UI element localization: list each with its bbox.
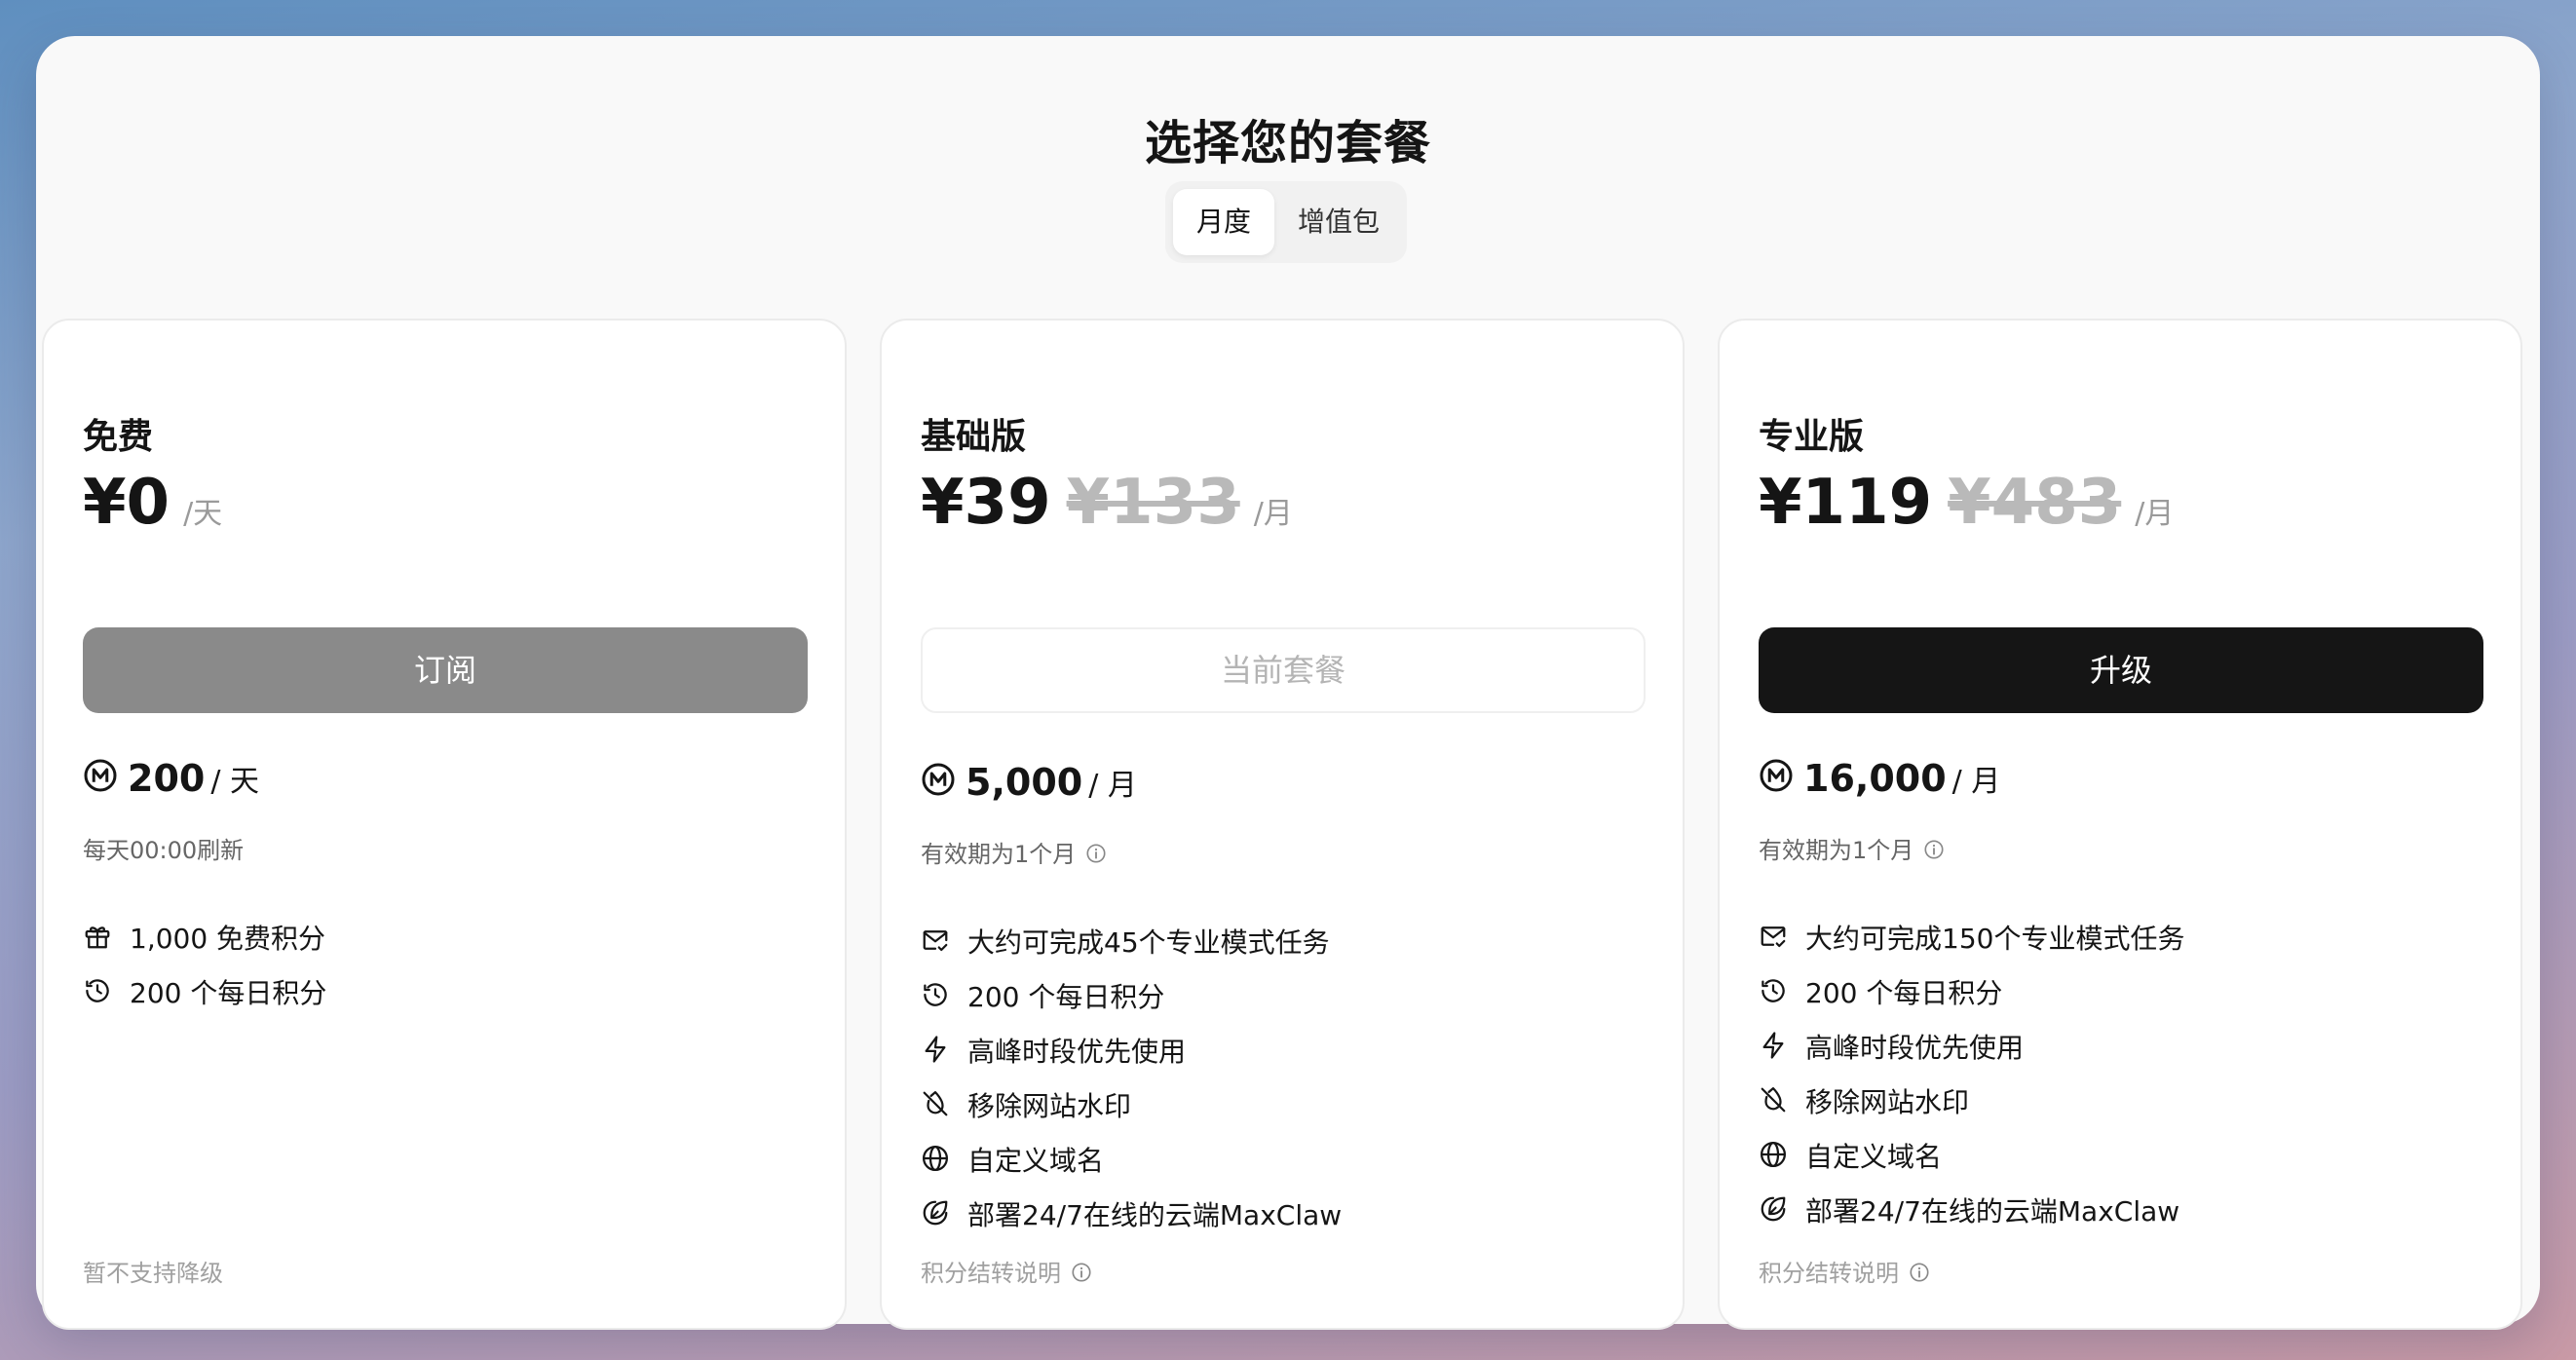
plan-name: 专业版: [1759, 417, 1865, 457]
list-item: 大约可完成45个专业模式任务: [921, 915, 1646, 969]
info-icon[interactable]: [1085, 843, 1107, 864]
original-price: ¥133: [1066, 467, 1240, 539]
mail-check-icon: [1759, 922, 1788, 951]
tab-addon[interactable]: 增值包: [1278, 189, 1399, 255]
rollover-info-link[interactable]: 积分结转说明: [1759, 1254, 1930, 1288]
list-item: 大约可完成150个专业模式任务: [1759, 911, 2483, 965]
list-item: 200 个每日积分: [1759, 965, 2483, 1020]
plan-card-basic: 基础版 ¥39 ¥133/月 当前套餐 5,000/ 月 有效期为1个月 大约可完…: [880, 319, 1685, 1330]
price-period: /天: [183, 497, 223, 531]
credits-unit: / 月: [1951, 765, 2001, 799]
price-row: ¥39 ¥133/月: [921, 467, 1293, 554]
pricing-panel: 选择您的套餐 月度 增值包 免费 ¥0/天 订阅 200/ 天 每天00:00刷…: [36, 36, 2540, 1330]
credits-row: 16,000/ 月: [1759, 757, 2000, 815]
credits-note: 有效期为1个月: [921, 835, 1107, 869]
feature-list: 1,000 免费积分 200 个每日积分: [83, 911, 808, 1020]
price-period: /月: [2135, 497, 2175, 531]
feature-list: 大约可完成45个专业模式任务 200 个每日积分 高峰时段优先使用 移除网站水印…: [921, 915, 1646, 1242]
globe-icon: [921, 1144, 950, 1173]
plan-price: ¥39: [921, 467, 1051, 539]
list-item: 1,000 免费积分: [83, 911, 808, 965]
list-item: 200 个每日积分: [921, 969, 1646, 1024]
credit-coin-icon: [1759, 758, 1794, 793]
history-icon: [921, 980, 950, 1009]
credits-row: 5,000/ 月: [921, 761, 1137, 819]
original-price: ¥483: [1948, 467, 2122, 539]
lightning-icon: [1759, 1031, 1788, 1060]
subscribe-button[interactable]: 订阅: [83, 627, 808, 713]
price-row: ¥119 ¥483/月: [1759, 467, 2174, 554]
current-plan-button[interactable]: 当前套餐: [921, 627, 1646, 713]
list-item: 自定义域名: [1759, 1129, 2483, 1184]
info-icon: [1909, 1262, 1930, 1283]
billing-tabs: 月度 增值包: [1165, 181, 1407, 263]
plan-price: ¥0: [83, 467, 170, 539]
credits-unit: / 天: [210, 765, 259, 799]
credits-note: 每天00:00刷新: [83, 837, 245, 864]
list-item: 高峰时段优先使用: [921, 1024, 1646, 1078]
credits-amount: 5,000: [966, 761, 1083, 804]
credit-coin-icon: [921, 762, 956, 797]
history-icon: [83, 976, 112, 1005]
cloud-deploy-icon: [1759, 1194, 1788, 1224]
gift-icon: [83, 922, 112, 951]
credits-amount: 16,000: [1803, 757, 1947, 800]
no-watermark-icon: [921, 1089, 950, 1118]
list-item: 移除网站水印: [1759, 1075, 2483, 1129]
feature-list: 大约可完成150个专业模式任务 200 个每日积分 高峰时段优先使用 移除网站水…: [1759, 911, 2483, 1238]
plan-card-pro: 专业版 ¥119 ¥483/月 升级 16,000/ 月 有效期为1个月 大约可完…: [1718, 319, 2522, 1330]
mail-check-icon: [921, 926, 950, 955]
downgrade-note: 暂不支持降级: [83, 1260, 223, 1287]
credits-row: 200/ 天: [83, 757, 259, 815]
credits-unit: / 月: [1088, 769, 1137, 803]
plan-price: ¥119: [1759, 467, 1933, 539]
lightning-icon: [921, 1035, 950, 1064]
list-item: 高峰时段优先使用: [1759, 1020, 2483, 1075]
credits-amount: 200: [128, 757, 206, 800]
page-title: 选择您的套餐: [1144, 116, 1431, 170]
history-icon: [1759, 976, 1788, 1005]
plan-card-free: 免费 ¥0/天 订阅 200/ 天 每天00:00刷新 1,000 免费积分 2…: [42, 319, 847, 1330]
info-icon: [1071, 1262, 1092, 1283]
info-icon[interactable]: [1923, 839, 1945, 860]
price-period: /月: [1253, 497, 1293, 531]
price-row: ¥0/天: [83, 467, 222, 554]
cloud-deploy-icon: [921, 1198, 950, 1228]
plan-name: 基础版: [921, 417, 1027, 457]
credit-coin-icon: [83, 758, 118, 793]
globe-icon: [1759, 1140, 1788, 1169]
rollover-info-link[interactable]: 积分结转说明: [921, 1254, 1092, 1288]
plan-name: 免费: [83, 417, 154, 457]
list-item: 自定义域名: [921, 1133, 1646, 1188]
credits-note: 有效期为1个月: [1759, 831, 1945, 865]
tab-monthly[interactable]: 月度: [1173, 189, 1274, 255]
list-item: 部署24/7在线的云端MaxClaw: [921, 1188, 1646, 1242]
list-item: 部署24/7在线的云端MaxClaw: [1759, 1184, 2483, 1238]
upgrade-button[interactable]: 升级: [1759, 627, 2483, 713]
no-watermark-icon: [1759, 1085, 1788, 1114]
list-item: 移除网站水印: [921, 1078, 1646, 1133]
list-item: 200 个每日积分: [83, 965, 808, 1020]
